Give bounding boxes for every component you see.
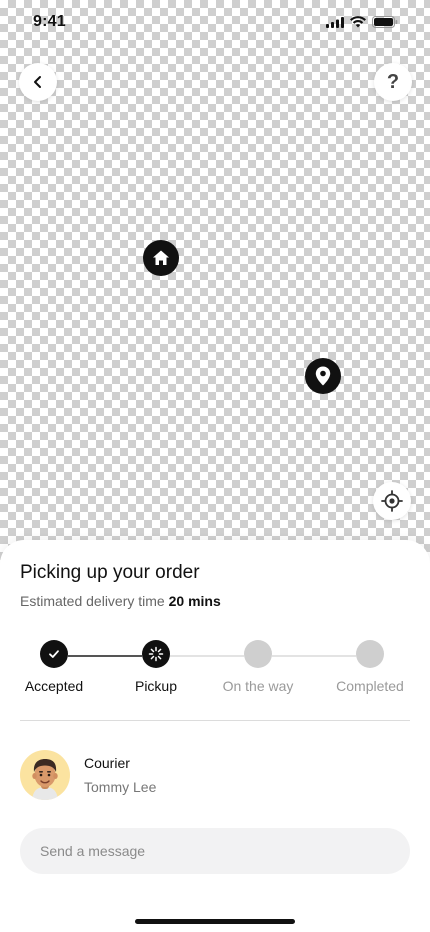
step-on-the-way: On the way — [208, 640, 308, 694]
checkmark-icon — [49, 650, 59, 658]
courier-name: Tommy Lee — [84, 779, 157, 795]
step-accepted: Accepted — [4, 640, 104, 694]
step-pickup-label: Pickup — [134, 678, 178, 694]
home-indicator[interactable] — [135, 919, 295, 924]
locate-me-button[interactable] — [373, 482, 411, 520]
courier-avatar — [20, 750, 70, 800]
chevron-left-icon — [34, 76, 41, 88]
back-button[interactable] — [19, 63, 57, 101]
destination-marker[interactable] — [305, 358, 341, 394]
order-status-title: Picking up your order — [20, 562, 200, 583]
help-button[interactable]: ? — [374, 63, 412, 101]
message-input[interactable] — [20, 828, 410, 874]
battery-icon — [372, 16, 398, 28]
status-time: 9:41 — [33, 13, 66, 30]
order-progress-stepper: Accepted Pickup On the way Completed — [0, 640, 430, 700]
home-icon — [153, 250, 169, 265]
step-pickup: Pickup — [106, 640, 206, 694]
courier-card[interactable]: Courier Tommy Lee — [20, 750, 156, 800]
order-status-sheet: Picking up your order Estimated delivery… — [0, 540, 430, 932]
map-view[interactable] — [0, 0, 430, 560]
step-accepted-label: Accepted — [24, 678, 84, 694]
step-accepted-dot — [40, 640, 68, 668]
home-marker[interactable] — [143, 240, 179, 276]
status-bar: 9:41 — [0, 0, 430, 44]
cellular-signal-icon — [326, 16, 344, 28]
crosshair-icon — [381, 490, 403, 512]
step-completed-dot — [356, 640, 384, 668]
step-pickup-dot — [142, 640, 170, 668]
wifi-icon — [350, 16, 366, 28]
eta-label: Estimated delivery time — [20, 593, 165, 609]
location-pin-icon — [315, 366, 331, 386]
loading-spinner-icon — [148, 646, 164, 662]
step-completed: Completed — [320, 640, 420, 694]
eta-value: 20 mins — [168, 593, 221, 609]
step-completed-label: Completed — [336, 678, 404, 694]
courier-info: Courier Tommy Lee — [84, 755, 156, 795]
eta-text: Estimated delivery time 20 mins — [20, 593, 221, 609]
help-label: ? — [386, 70, 400, 93]
section-divider — [20, 720, 410, 721]
step-on-the-way-label: On the way — [222, 678, 294, 694]
memoji-avatar-icon — [32, 759, 58, 800]
step-on-the-way-dot — [244, 640, 272, 668]
courier-role: Courier — [84, 755, 130, 771]
status-icons — [326, 16, 398, 28]
